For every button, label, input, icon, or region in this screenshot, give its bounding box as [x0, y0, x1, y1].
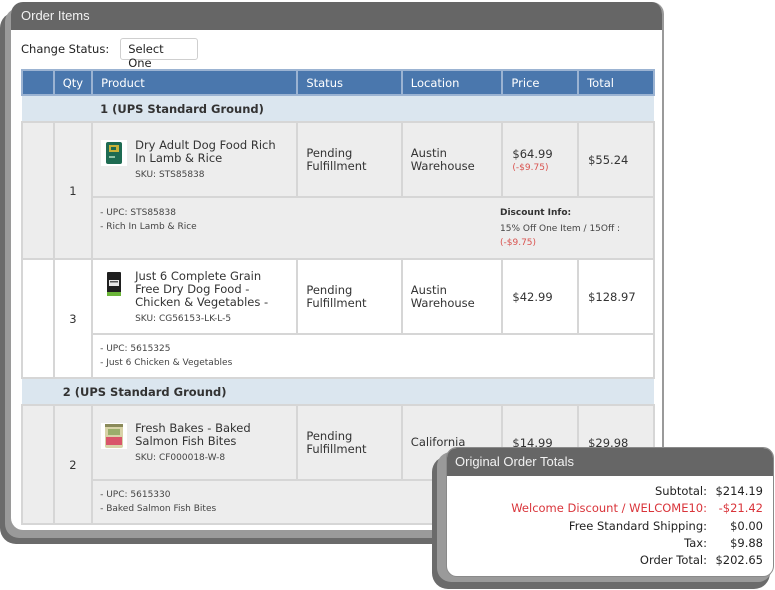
discount-info: Discount Info: 15% Off One Item / 15Off … [500, 206, 640, 250]
change-status-label: Change Status: [21, 42, 110, 56]
item-details-cell: - UPC: STS85838 - Rich In Lamb & Rice Di… [91, 196, 655, 260]
order-total-label: Order Total: [639, 553, 707, 568]
product-sku: SKU: CF000018-W-8 [135, 453, 226, 463]
change-status-select[interactable]: Select One [120, 38, 199, 70]
price-cell: $64.99 (-$9.75) [501, 121, 580, 198]
qty-cell: 1 [52, 121, 94, 260]
subtotal-row: Subtotal: $214.19 [447, 483, 763, 500]
qty-cell: 2 [52, 404, 94, 525]
order-total-row: Order Total: $202.65 [447, 552, 763, 569]
location-cell: Austin Warehouse [400, 258, 504, 335]
change-status-row: Change Status: Select One [21, 38, 199, 70]
location-cell: Austin Warehouse [400, 121, 504, 198]
qty-cell: 3 [52, 258, 94, 379]
discount-info-text: 15% Off One Item / 15Off : [500, 224, 621, 234]
shipment-group-label: 2 (UPS Standard Ground) [53, 377, 654, 406]
shipment-group-row: 1 (UPS Standard Ground) [22, 94, 654, 123]
treat-bag-icon [101, 423, 128, 449]
subtotal-label: Subtotal: [654, 484, 707, 498]
price-value: $64.99 [512, 146, 553, 161]
product-name[interactable]: Fresh Bakes - Baked Salmon Fish Bites [135, 422, 288, 448]
shipping-label: Free Standard Shipping: [568, 518, 707, 533]
total-cell: $55.24 [577, 121, 655, 198]
discount-value: -$21.42 [718, 501, 763, 516]
shipment-group-label: 1 (UPS Standard Ground) [92, 94, 654, 123]
item-description: - Just 6 Chicken & Vegetables [100, 358, 233, 368]
product-cell: Dry Adult Dog Food Rich In Lamb & Rice S… [91, 121, 299, 198]
price-discount: (-$9.75) [512, 162, 549, 173]
table-header-row: Qty Product Status Location Price Total [21, 69, 655, 96]
product-sku: SKU: CG56153-LK-L-5 [135, 313, 232, 324]
dog-food-bag-black-icon [101, 270, 128, 297]
table-row-details: - UPC: 5615325 - Just 6 Chicken & Vegeta… [22, 333, 655, 379]
price-cell: $42.99 [501, 258, 580, 335]
tax-value: $9.88 [730, 535, 763, 550]
product-sku: SKU: STS85838 [135, 170, 205, 180]
shipment-group-row: 2 (UPS Standard Ground) [22, 377, 654, 406]
col-header-qty: Qty [52, 69, 94, 96]
product-name[interactable]: Dry Adult Dog Food Rich In Lamb & Rice [135, 139, 288, 165]
product-name[interactable]: Just 6 Complete Grain Free Dry Dog Food … [135, 269, 288, 309]
table-row-details: - UPC: STS85838 - Rich In Lamb & Rice Di… [22, 196, 655, 260]
discount-info-title: Discount Info: [500, 208, 572, 218]
shipping-value: $0.00 [730, 518, 763, 533]
row-select-cell[interactable] [21, 404, 55, 525]
subtotal-value: $214.19 [715, 484, 763, 498]
col-header-status: Status [296, 69, 403, 96]
col-header-select [21, 69, 55, 96]
order-totals-panel: Original Order Totals Subtotal: $214.19 … [446, 447, 774, 577]
tax-row: Tax: $9.88 [447, 535, 763, 552]
item-description: - Rich In Lamb & Rice [100, 222, 197, 232]
order-total-value: $202.65 [715, 553, 763, 568]
product-cell: Fresh Bakes - Baked Salmon Fish Bites SK… [91, 404, 299, 481]
tax-label: Tax: [684, 535, 707, 550]
panel-title: Order Items [11, 2, 662, 30]
row-select-cell[interactable] [21, 258, 55, 379]
col-header-total: Total [577, 69, 655, 96]
item-details-cell: - UPC: 5615325 - Just 6 Chicken & Vegeta… [91, 333, 655, 379]
total-cell: $128.97 [577, 258, 655, 335]
item-upc: - UPC: STS85838 [100, 208, 176, 218]
table-row[interactable]: 1 Dry Adult Dog Food Rich In Lamb & Rice… [21, 121, 655, 260]
table-row[interactable]: 3 Just 6 Complete Grain Free Dry Dog Foo… [21, 258, 655, 379]
item-upc: - UPC: 5615325 [100, 344, 171, 354]
order-totals-title: Original Order Totals [447, 448, 773, 476]
shipment-group-label-text: 2 (UPS Standard Ground) [62, 384, 227, 399]
status-cell: Pending Fulfillment [296, 258, 403, 335]
col-header-price: Price [501, 69, 580, 96]
shipping-row: Free Standard Shipping: $0.00 [447, 518, 763, 535]
discount-info-amount: (-$9.75) [500, 238, 537, 248]
status-cell: Pending Fulfillment [296, 404, 403, 481]
discount-label: Welcome Discount / WELCOME10: [511, 501, 707, 516]
col-header-product: Product [91, 69, 299, 96]
status-cell: Pending Fulfillment [296, 121, 403, 198]
dog-food-bag-green-icon [101, 140, 128, 166]
product-cell: Just 6 Complete Grain Free Dry Dog Food … [91, 258, 299, 335]
discount-row: Welcome Discount / WELCOME10: -$21.42 [447, 500, 763, 517]
col-header-location: Location [400, 69, 504, 96]
row-select-cell[interactable] [21, 121, 55, 260]
